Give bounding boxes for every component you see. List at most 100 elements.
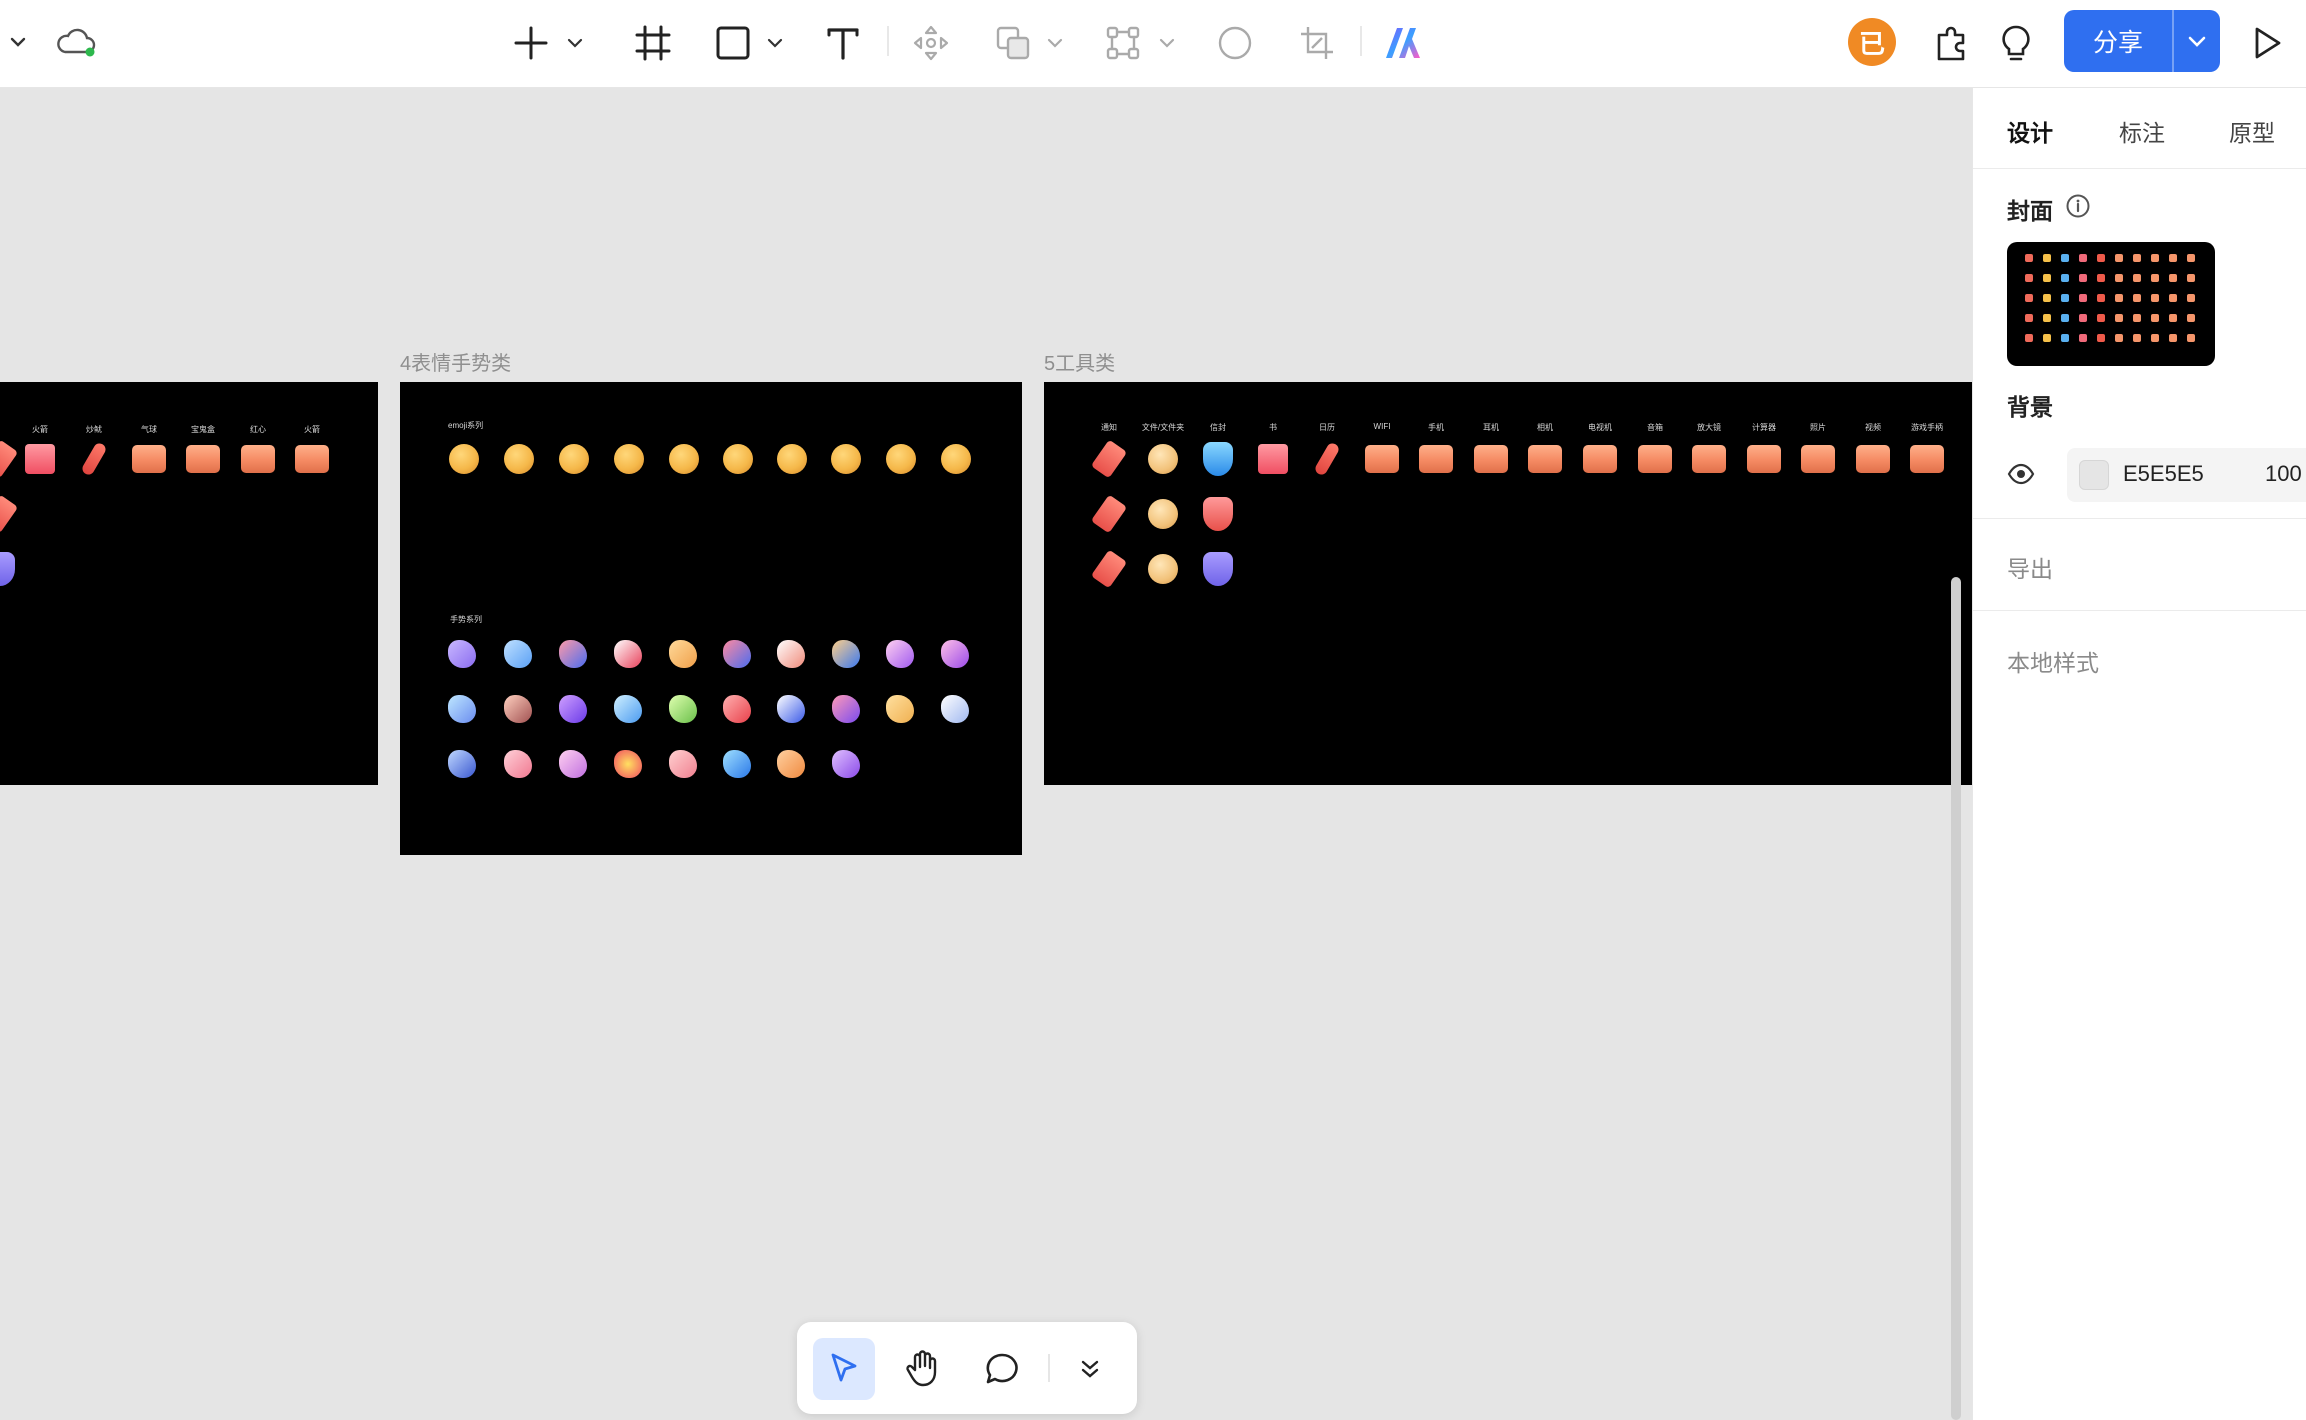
path-menu-chevron-icon[interactable] <box>1154 30 1180 56</box>
shape-menu-chevron-icon[interactable] <box>762 30 788 56</box>
hand-gesture-icon <box>504 695 532 723</box>
cover-thumbnail[interactable] <box>2007 242 2215 366</box>
pepper-icon <box>80 441 108 477</box>
chest-icon <box>295 445 329 473</box>
chevron-down-icon <box>2188 36 2206 47</box>
tab-prototype[interactable]: 原型 <box>2229 114 2275 148</box>
icon-label: 游戏手柄 <box>1911 423 1943 432</box>
hand-gesture-icon <box>559 695 587 723</box>
export-section-title[interactable]: 导出 <box>2007 550 2053 584</box>
shield-icon <box>1203 552 1233 586</box>
ai-logo-icon[interactable] <box>1380 20 1426 66</box>
component-icon[interactable] <box>908 20 954 66</box>
cover-thumb-dot <box>2169 314 2177 322</box>
cover-thumb-dot <box>2025 334 2033 342</box>
cover-thumb-dot <box>2151 274 2159 282</box>
cover-thumb-dot <box>2079 334 2087 342</box>
cover-thumb-dot <box>2079 294 2087 302</box>
chest-icon <box>1747 445 1781 473</box>
frame-tools[interactable]: 通知 文件/文件夹 信封 书 日历 WIFI 手机 耳机 相机 电视机 音箱 放… <box>1044 382 1972 785</box>
icon-label: 文件/文件夹 <box>1141 423 1185 432</box>
plugin-icon[interactable] <box>1928 20 1974 66</box>
boolean-menu-chevron-icon[interactable] <box>1042 30 1068 56</box>
cover-thumb-dot <box>2115 294 2123 302</box>
tab-design[interactable]: 设计 <box>2007 114 2053 148</box>
emoji-icon <box>614 444 644 474</box>
ellipse-icon[interactable] <box>1212 20 1258 66</box>
hand-gesture-icon <box>723 695 751 723</box>
cover-thumb-dot <box>2115 314 2123 322</box>
toolbar-divider <box>1360 26 1362 56</box>
play-icon[interactable] <box>2244 20 2290 66</box>
background-hex-value[interactable]: E5E5E5 <box>2123 461 2204 487</box>
eye-icon[interactable] <box>2007 462 2035 491</box>
icon-label: 红心 <box>250 425 266 434</box>
cover-thumb-dot <box>2169 274 2177 282</box>
cover-section-title: 封面 <box>2007 198 2053 224</box>
background-color-field[interactable]: E5E5E5 100 <box>2067 448 2306 502</box>
user-avatar[interactable]: 已 <box>1848 18 1896 66</box>
info-icon[interactable] <box>2065 193 2091 224</box>
cloud-sync-icon[interactable] <box>54 22 98 62</box>
frame-tool-icon[interactable] <box>630 20 676 66</box>
hand-gesture-icon <box>559 640 587 668</box>
frame-emoji-gestures[interactable]: emoji系列 手势系列 <box>400 382 1022 855</box>
ticket-icon <box>0 439 19 479</box>
rectangle-tool-icon[interactable] <box>710 20 756 66</box>
emoji-icon <box>777 444 807 474</box>
hand-gesture-icon <box>777 750 805 778</box>
boolean-icon[interactable] <box>990 20 1036 66</box>
cover-thumb-dot <box>2151 254 2159 262</box>
top-toolbar: 已 分享 <box>0 0 2306 88</box>
add-menu-chevron-icon[interactable] <box>562 30 588 56</box>
icon-label: 气球 <box>141 425 157 434</box>
chest-icon <box>1365 445 1399 473</box>
path-tool-icon[interactable] <box>1100 20 1146 66</box>
emoji-icon <box>886 444 916 474</box>
icon-label: 耳机 <box>1483 423 1499 432</box>
local-styles-section-title[interactable]: 本地样式 <box>2007 644 2099 678</box>
share-button-group: 分享 <box>2064 10 2220 72</box>
share-button[interactable]: 分享 <box>2064 10 2174 72</box>
more-tools-button[interactable] <box>1059 1338 1121 1400</box>
emoji-icon <box>449 444 479 474</box>
frame-title[interactable]: 5工具类 <box>1044 347 1115 376</box>
crop-icon[interactable] <box>1294 20 1340 66</box>
frame-partial[interactable]: 火箭 炒鱿 气球 宝鬼盒 红心 火箭 <box>0 382 378 785</box>
cover-thumb-dot <box>2133 314 2141 322</box>
move-tool-button[interactable] <box>813 1338 875 1400</box>
background-opacity-value[interactable]: 100 <box>2265 461 2302 487</box>
chest-icon <box>1419 445 1453 473</box>
cover-thumb-dot <box>2187 294 2195 302</box>
hand-gesture-icon <box>886 695 914 723</box>
vertical-scrollbar[interactable] <box>1951 577 1961 1420</box>
ticket-icon <box>1090 494 1128 534</box>
frame-title[interactable]: 4表情手势类 <box>400 347 511 376</box>
cover-thumb-dot <box>2133 294 2141 302</box>
cover-thumb-dot <box>2061 314 2069 322</box>
chest-icon <box>1856 445 1890 473</box>
cover-thumb-dot <box>2115 254 2123 262</box>
icon-label: 放大镜 <box>1697 423 1721 432</box>
icon-label: 宝鬼盒 <box>191 425 215 434</box>
chevron-down-icon[interactable] <box>4 28 32 56</box>
cover-thumb-dot <box>2043 294 2051 302</box>
cover-thumb-dot <box>2025 254 2033 262</box>
hand-tool-button[interactable] <box>891 1338 953 1400</box>
text-tool-icon[interactable] <box>820 20 866 66</box>
add-icon[interactable] <box>508 20 554 66</box>
comment-tool-button[interactable] <box>971 1338 1033 1400</box>
tab-annotate[interactable]: 标注 <box>2119 114 2165 148</box>
toolbar-divider <box>1048 1354 1050 1382</box>
cover-thumb-dot <box>2097 334 2105 342</box>
color-swatch[interactable] <box>2079 460 2109 490</box>
emoji-icon <box>669 444 699 474</box>
cover-thumb-dot <box>2115 274 2123 282</box>
chest-icon <box>132 445 166 473</box>
design-canvas[interactable]: 火箭 炒鱿 气球 宝鬼盒 红心 火箭 4表情手势类 emoji系列 手势系列 5… <box>0 89 1972 1420</box>
lightbulb-icon[interactable] <box>1993 20 2039 66</box>
share-menu-button[interactable] <box>2174 10 2220 72</box>
chest-icon <box>241 445 275 473</box>
cover-thumb-dot <box>2079 254 2087 262</box>
toolbar-divider <box>887 26 889 56</box>
